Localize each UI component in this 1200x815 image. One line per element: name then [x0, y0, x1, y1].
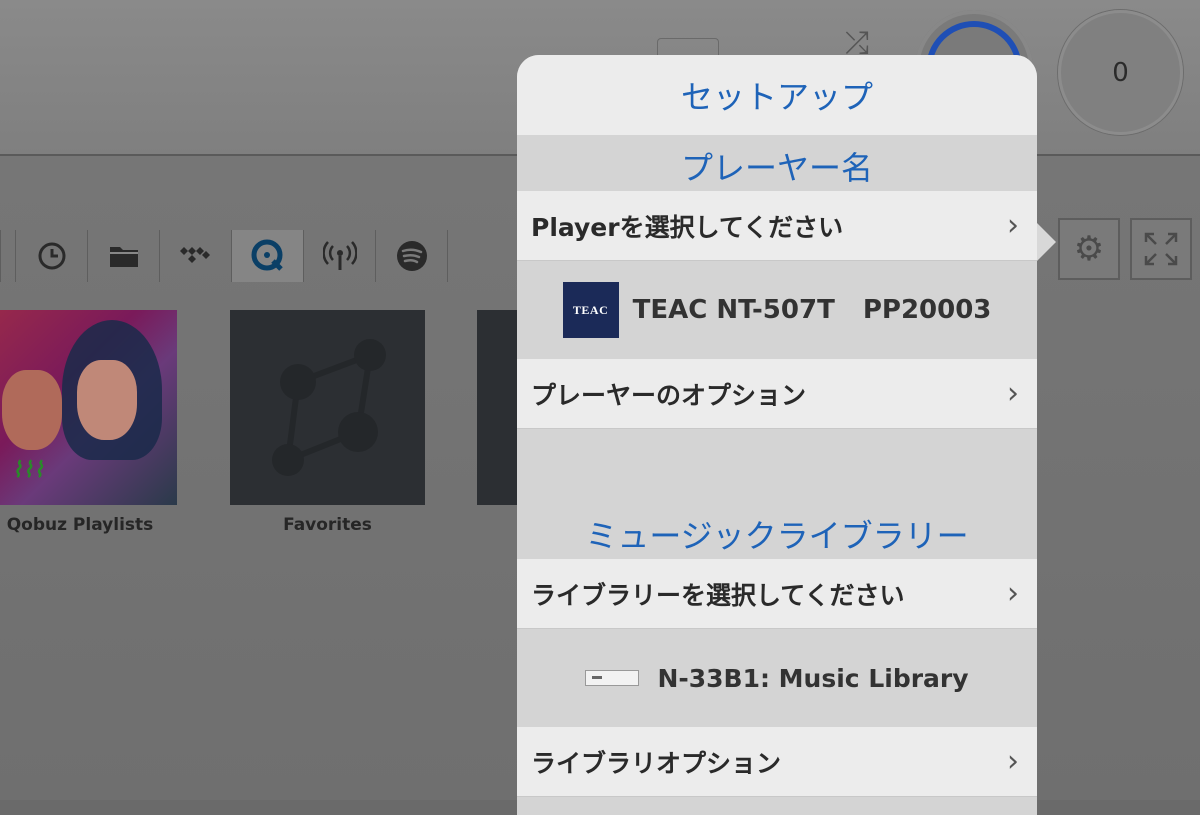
- chevron-right-icon: ›: [1007, 576, 1019, 611]
- tab-radio[interactable]: [303, 230, 375, 282]
- spotify-icon: [396, 241, 427, 271]
- qobuz-playlists-label: Qobuz Playlists: [6, 515, 154, 535]
- chevron-right-icon: ›: [1007, 208, 1019, 243]
- player-name: TEAC NT-507T: [632, 295, 835, 325]
- folder-icon: [109, 247, 138, 267]
- favorites-tile[interactable]: [230, 310, 425, 505]
- tab-spotify[interactable]: [375, 230, 447, 282]
- popover-title: セットアップ: [517, 55, 1037, 135]
- setup-popover: セットアップ プレーヤー名 Playerを選択してください › TEAC TEA…: [517, 55, 1037, 815]
- popover-pointer: [1036, 222, 1056, 262]
- library-section-header: ミュージックライブラリー: [585, 517, 969, 555]
- select-player-label: Playerを選択してください: [531, 212, 844, 242]
- radio-icon: [322, 241, 357, 270]
- fullscreen-button[interactable]: [1130, 218, 1192, 280]
- settings-button[interactable]: ⚙: [1058, 218, 1120, 280]
- teac-logo: TEAC: [562, 282, 619, 338]
- library-name: N-33B1: Music Library: [657, 663, 969, 693]
- current-player: TEAC TEAC NT-507T PP20003: [517, 261, 1037, 359]
- library-options-row[interactable]: ライブラリオプション ›: [517, 727, 1037, 797]
- tab-qobuz[interactable]: [231, 230, 303, 282]
- chevron-right-icon: ›: [1007, 744, 1019, 779]
- tab-recent[interactable]: [15, 230, 87, 282]
- album-art-logo: ⌇⌇⌇: [12, 458, 45, 483]
- tab-tidal[interactable]: [159, 230, 231, 282]
- gear-icon: ⚙: [1073, 229, 1105, 269]
- player-id: PP20003: [862, 295, 992, 325]
- current-library: N-33B1: Music Library: [517, 629, 1037, 727]
- expand-icon: [1144, 232, 1178, 266]
- share-icon: [272, 339, 386, 476]
- counter-dial[interactable]: 0: [1058, 10, 1183, 135]
- clock-icon: [38, 242, 65, 270]
- tab-edge: [0, 230, 15, 282]
- player-options-label: プレーヤーのオプション: [531, 380, 807, 410]
- tidal-icon: [179, 247, 210, 263]
- qobuz-icon: [251, 239, 283, 271]
- tab-edge-right: [447, 230, 448, 282]
- library-options-label: ライブラリオプション: [531, 748, 782, 778]
- counter-value: 0: [1112, 57, 1129, 88]
- qobuz-playlists-tile[interactable]: ⌇⌇⌇: [0, 310, 177, 505]
- select-player-row[interactable]: Playerを選択してください ›: [517, 191, 1037, 261]
- tab-folder[interactable]: [87, 230, 159, 282]
- select-library-row[interactable]: ライブラリーを選択してください ›: [517, 559, 1037, 629]
- select-library-label: ライブラリーを選択してください: [531, 580, 905, 610]
- favorites-label: Favorites: [283, 515, 372, 535]
- network-player-icon: [585, 670, 640, 686]
- player-options-row[interactable]: プレーヤーのオプション ›: [517, 359, 1037, 429]
- player-section-header: プレーヤー名: [680, 149, 873, 187]
- chevron-right-icon: ›: [1007, 376, 1019, 411]
- source-tabs: [0, 230, 448, 282]
